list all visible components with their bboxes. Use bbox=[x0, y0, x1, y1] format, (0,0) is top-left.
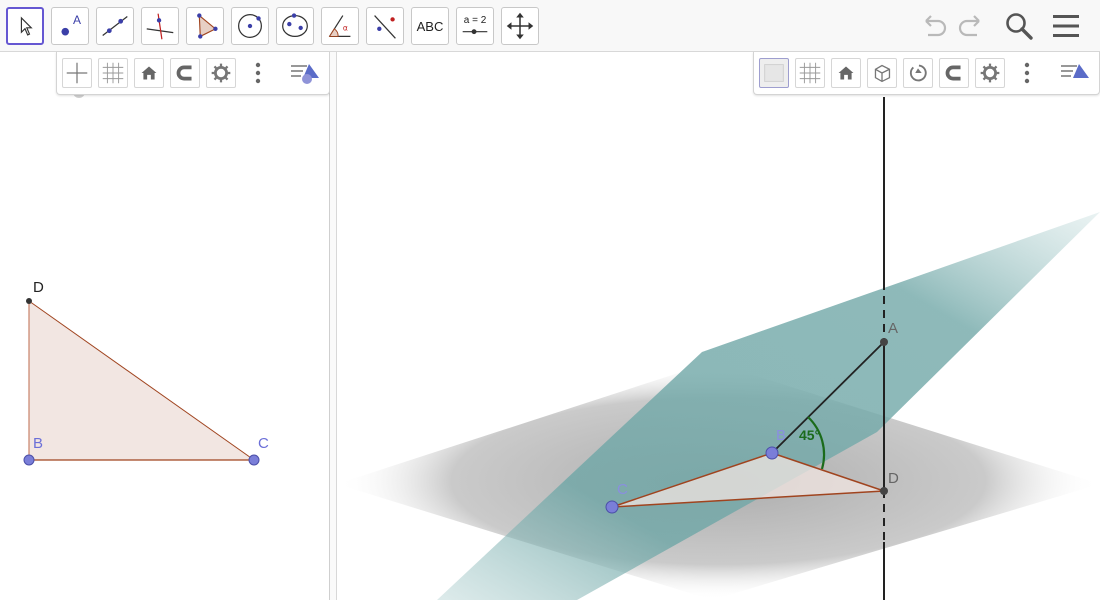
home-view-button[interactable] bbox=[134, 58, 164, 88]
label-c-2d: C bbox=[258, 435, 269, 452]
slider-tool-button[interactable]: a = 2 bbox=[456, 7, 494, 45]
gear-icon bbox=[211, 63, 231, 83]
move-arrows-icon bbox=[506, 12, 534, 40]
cube-view-icon bbox=[874, 64, 891, 83]
svg-text:α: α bbox=[343, 24, 348, 33]
more-icon bbox=[255, 62, 261, 84]
main-toolbar: A α ABC a = 2 bbox=[0, 0, 1100, 52]
more-3d-button[interactable] bbox=[1012, 58, 1042, 88]
view-divider[interactable] bbox=[330, 52, 337, 600]
point-c[interactable] bbox=[248, 454, 260, 466]
point-capturing-3d-button[interactable] bbox=[939, 58, 969, 88]
arrow-pointer-icon bbox=[20, 16, 33, 36]
magnet-icon bbox=[176, 65, 192, 81]
point-b[interactable] bbox=[23, 454, 35, 466]
settings-2d-button[interactable] bbox=[206, 58, 236, 88]
circle-center-icon bbox=[238, 14, 262, 38]
point-d[interactable] bbox=[26, 298, 32, 304]
grid-icon bbox=[799, 62, 821, 84]
view-menu-icon bbox=[1061, 64, 1089, 78]
search-icon bbox=[1006, 13, 1033, 40]
move-graphics-tool-button[interactable] bbox=[501, 7, 539, 45]
home-3d-button[interactable] bbox=[831, 58, 861, 88]
plane-toggle-button[interactable] bbox=[759, 58, 789, 88]
ellipse-icon bbox=[282, 13, 308, 38]
graphics-view-2d[interactable]: D B C bbox=[0, 52, 330, 600]
circle-tool-button[interactable] bbox=[231, 7, 269, 45]
view-menu-icon bbox=[291, 64, 319, 84]
point-tool-letter: A bbox=[73, 13, 82, 27]
label-b-2d: B bbox=[33, 435, 44, 452]
angle-value-label: 45° bbox=[799, 427, 821, 443]
graphics-view-3d[interactable]: A B C D 45° bbox=[337, 52, 1100, 600]
stylebar-2d bbox=[56, 52, 330, 95]
slider-icon bbox=[462, 29, 488, 35]
reflect-tool-button[interactable] bbox=[366, 7, 404, 45]
undo-icon bbox=[925, 15, 947, 37]
magnet-icon bbox=[945, 65, 961, 81]
plane-icon bbox=[764, 64, 784, 82]
label-a-3d: A bbox=[888, 320, 899, 337]
polygon-tool-button[interactable] bbox=[186, 7, 224, 45]
grid-toggle-button[interactable] bbox=[98, 58, 128, 88]
search-button[interactable] bbox=[1003, 10, 1035, 42]
menu-button[interactable] bbox=[1050, 10, 1082, 42]
polygon-icon bbox=[197, 13, 218, 39]
standard-view-button[interactable] bbox=[867, 58, 897, 88]
reflect-icon bbox=[374, 15, 396, 39]
stylebar-3d bbox=[753, 52, 1100, 95]
text-tool-button[interactable]: ABC bbox=[411, 7, 449, 45]
point-c-3d[interactable] bbox=[605, 500, 619, 514]
more-icon bbox=[1024, 62, 1030, 84]
more-2d-button[interactable] bbox=[243, 58, 273, 88]
rotate-icon bbox=[909, 64, 927, 82]
grid-icon bbox=[102, 62, 124, 84]
axes-toggle-button[interactable] bbox=[62, 58, 92, 88]
line-tool-button[interactable] bbox=[96, 7, 134, 45]
point-capturing-button[interactable] bbox=[170, 58, 200, 88]
perpendicular-line-tool-button[interactable] bbox=[141, 7, 179, 45]
label-d-3d: D bbox=[888, 470, 899, 487]
angle-tool-button[interactable]: α bbox=[321, 7, 359, 45]
line-icon bbox=[102, 16, 128, 36]
graphics-3d-canvas bbox=[337, 97, 1100, 600]
point-b-3d[interactable] bbox=[765, 446, 779, 460]
move-tool-button[interactable] bbox=[6, 7, 44, 45]
graphics-2d-canvas bbox=[23, 86, 260, 466]
view-menu-3d-button[interactable] bbox=[1059, 58, 1089, 88]
point-a-3d[interactable] bbox=[880, 338, 888, 346]
axes-icon bbox=[66, 62, 88, 84]
point-icon bbox=[61, 27, 70, 36]
redo-icon bbox=[958, 15, 980, 37]
view-menu-2d-button[interactable] bbox=[289, 58, 319, 88]
redo-button[interactable] bbox=[955, 10, 987, 42]
angle-icon: α bbox=[328, 15, 351, 38]
point-d-3d[interactable] bbox=[880, 487, 888, 495]
rotate-view-button[interactable] bbox=[903, 58, 933, 88]
menu-icon bbox=[1053, 15, 1079, 37]
settings-3d-button[interactable] bbox=[975, 58, 1005, 88]
home-icon bbox=[141, 66, 157, 80]
label-d-2d: D bbox=[33, 279, 44, 296]
text-tool-label: ABC bbox=[416, 18, 444, 34]
gear-icon bbox=[980, 63, 1000, 83]
conic-tool-button[interactable] bbox=[276, 7, 314, 45]
undo-button[interactable] bbox=[918, 10, 950, 42]
label-b-3d: B bbox=[776, 427, 787, 444]
perpendicular-icon bbox=[146, 13, 174, 40]
grid-3d-toggle-button[interactable] bbox=[795, 58, 825, 88]
label-c-3d: C bbox=[617, 481, 628, 498]
point-tool-button[interactable]: A bbox=[51, 7, 89, 45]
home-icon bbox=[838, 66, 854, 80]
